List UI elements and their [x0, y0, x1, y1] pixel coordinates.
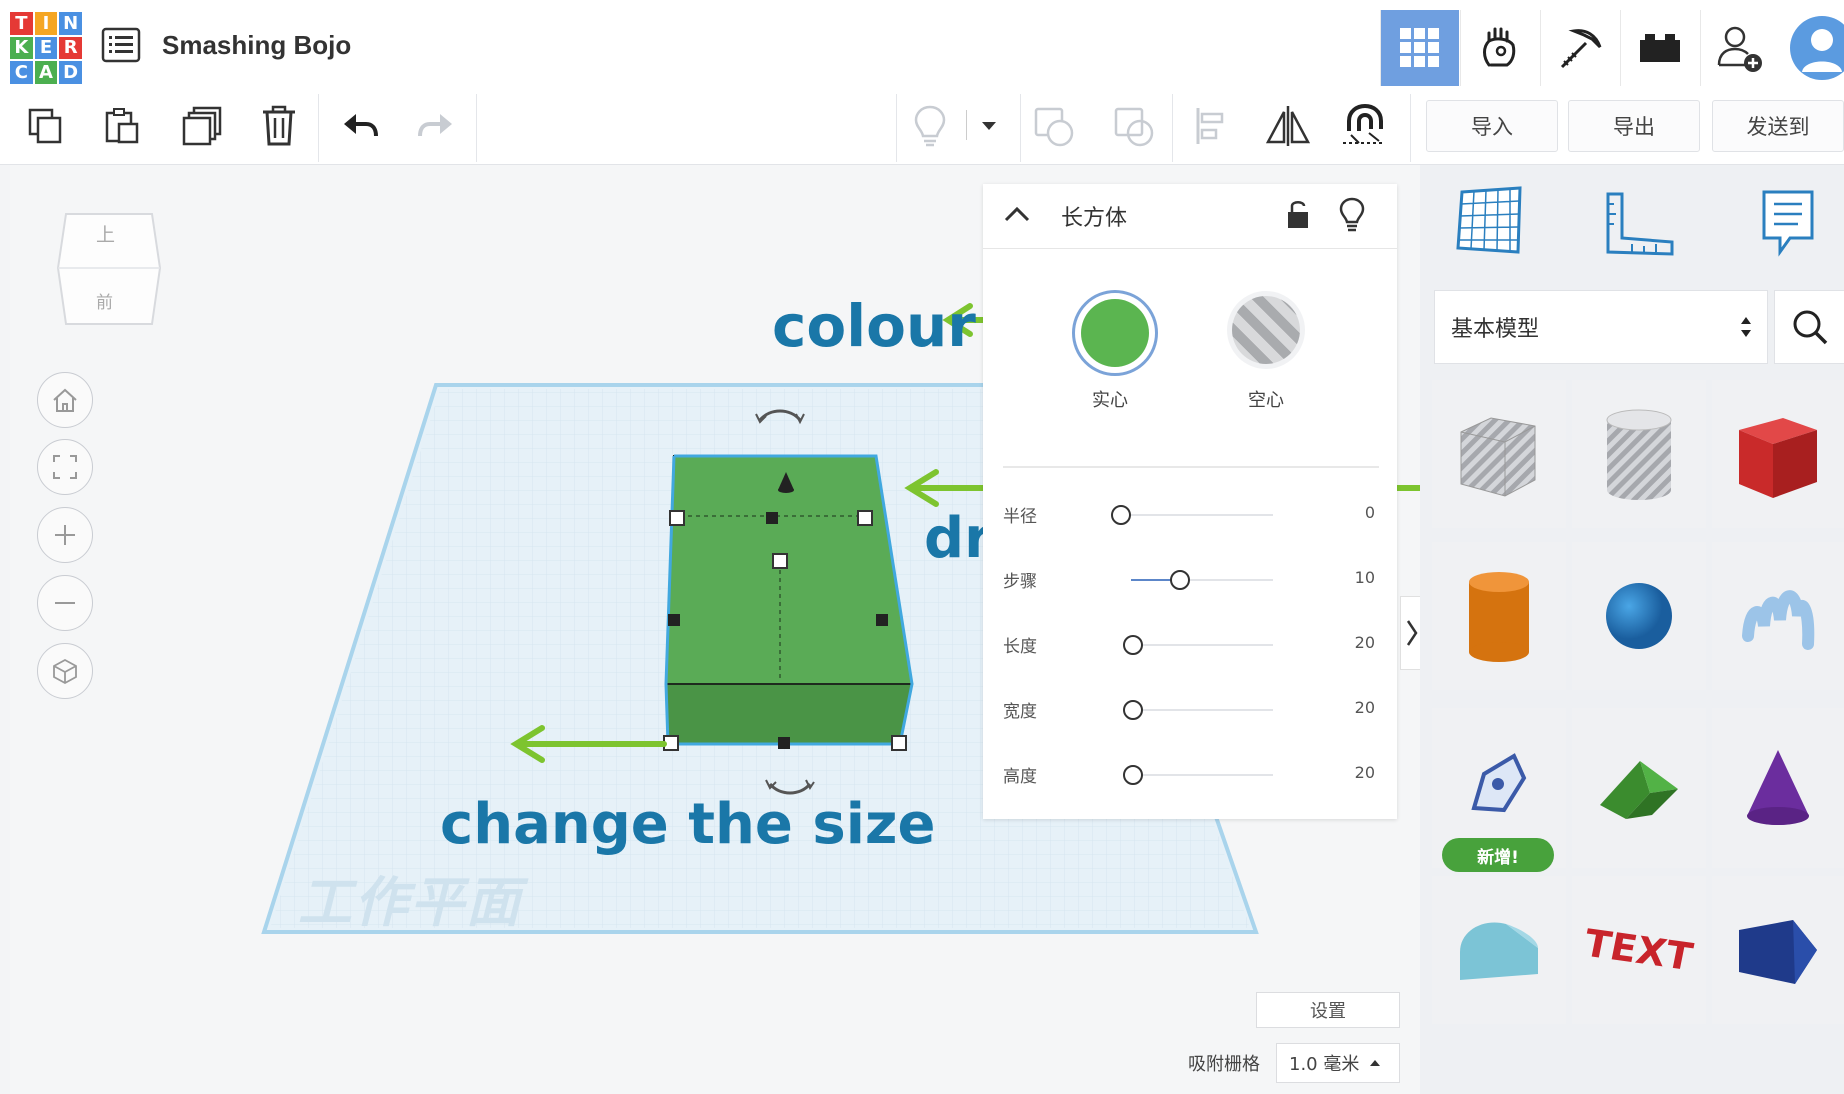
text-3d-label: TEXT — [1585, 920, 1693, 980]
shape-category-select[interactable]: 基本模型 — [1434, 290, 1768, 364]
ruler-tool[interactable] — [1604, 190, 1676, 262]
cube-view-icon — [53, 658, 77, 685]
param-label: 宽度 — [1003, 702, 1037, 722]
snap-grid-value: 1.0 毫米 — [1289, 1054, 1360, 1075]
home-view-button[interactable] — [37, 372, 93, 428]
viewcube-front-label[interactable]: 前 — [96, 288, 113, 313]
param-value[interactable]: 20 — [1347, 698, 1375, 717]
snap-grid-select[interactable]: 1.0 毫米 — [1276, 1043, 1400, 1083]
annotation-change-size: change the size — [440, 792, 936, 857]
solid-color-swatch — [1081, 299, 1149, 367]
workplane-label: 工作平面 — [298, 871, 522, 934]
param-slider-knob[interactable] — [1111, 505, 1131, 525]
shape-tile-sphere[interactable] — [1572, 542, 1706, 690]
zoom-out-button[interactable] — [37, 575, 93, 631]
home-icon — [53, 388, 77, 412]
shape-tile-scribble[interactable] — [1712, 542, 1844, 690]
shape-tile-cylinder[interactable] — [1432, 542, 1566, 690]
param-value[interactable]: 0 — [1347, 503, 1375, 522]
plus-icon — [55, 525, 75, 545]
caret-up-icon — [1370, 1060, 1381, 1066]
shape-tile-box[interactable] — [1712, 380, 1844, 528]
inspector-header: 长方体 — [983, 184, 1397, 249]
select-arrows-icon — [1741, 317, 1751, 337]
inspector-divider — [1003, 466, 1379, 468]
snap-grid-label: 吸附栅格 — [1188, 1054, 1260, 1075]
shape-tile-text-3d[interactable]: TEXT — [1572, 876, 1706, 1024]
hole-label: 空心 — [1248, 390, 1284, 411]
notes-tool[interactable] — [1758, 188, 1818, 264]
lock-button[interactable] — [1284, 198, 1312, 236]
search-icon — [1793, 310, 1828, 345]
shape-search-button[interactable] — [1774, 290, 1844, 364]
solid-label: 实心 — [1092, 390, 1128, 411]
param-slider-track[interactable] — [1131, 514, 1273, 516]
param-label: 步骤 — [1003, 572, 1037, 592]
minus-icon — [55, 602, 75, 604]
solid-color-button[interactable] — [1072, 290, 1158, 376]
fit-view-button[interactable] — [37, 439, 93, 495]
viewcube-top-label[interactable]: 上 — [96, 220, 115, 247]
param-slider-track[interactable] — [1131, 644, 1273, 646]
hole-button[interactable] — [1232, 296, 1300, 364]
collapse-button[interactable] — [1003, 205, 1031, 227]
shape-inspector: 长方体 — [983, 184, 1397, 819]
workplane-tool[interactable] — [1456, 186, 1524, 260]
workplane-grid-icon — [1456, 186, 1522, 254]
param-label: 半径 — [1003, 507, 1037, 527]
unlock-icon — [1288, 201, 1308, 228]
ruler-icon — [1606, 192, 1674, 256]
param-label: 长度 — [1003, 637, 1037, 657]
fit-icon — [53, 455, 77, 479]
settings-button[interactable]: 设置 — [1256, 992, 1400, 1028]
param-slider-track[interactable] — [1131, 709, 1273, 711]
lightbulb-icon — [1339, 197, 1365, 232]
shape-grid-next-row — [1432, 1036, 1844, 1094]
hide-button[interactable] — [1338, 196, 1366, 236]
param-value[interactable]: 20 — [1347, 633, 1375, 652]
param-slider-knob[interactable] — [1169, 570, 1190, 590]
shape-tile-cylinder-hole[interactable] — [1572, 380, 1706, 528]
new-badge: 新增! — [1442, 838, 1554, 872]
shape-tile-half-cylinder[interactable] — [1432, 876, 1566, 1024]
param-slider-track[interactable] — [1131, 774, 1273, 776]
chevron-up-icon — [1004, 206, 1030, 222]
param-value[interactable]: 20 — [1347, 763, 1375, 782]
zoom-in-button[interactable] — [37, 507, 93, 563]
notes-icon — [1762, 190, 1814, 257]
param-label: 高度 — [1003, 767, 1037, 787]
shape-tile-box-hole[interactable] — [1432, 380, 1566, 528]
shape-tile-wedge[interactable] — [1712, 876, 1844, 1024]
shape-name[interactable]: 长方体 — [1061, 200, 1127, 232]
shape-tile-cone[interactable] — [1712, 708, 1844, 868]
chevron-right-icon — [1406, 620, 1418, 646]
param-value[interactable]: 10 — [1347, 568, 1375, 587]
shape-category-value: 基本模型 — [1451, 317, 1540, 342]
annotation-colour: colour — [772, 292, 976, 360]
box-front-face[interactable] — [664, 683, 914, 745]
shape-tile-roof[interactable] — [1572, 708, 1706, 868]
perspective-button[interactable] — [37, 643, 93, 699]
